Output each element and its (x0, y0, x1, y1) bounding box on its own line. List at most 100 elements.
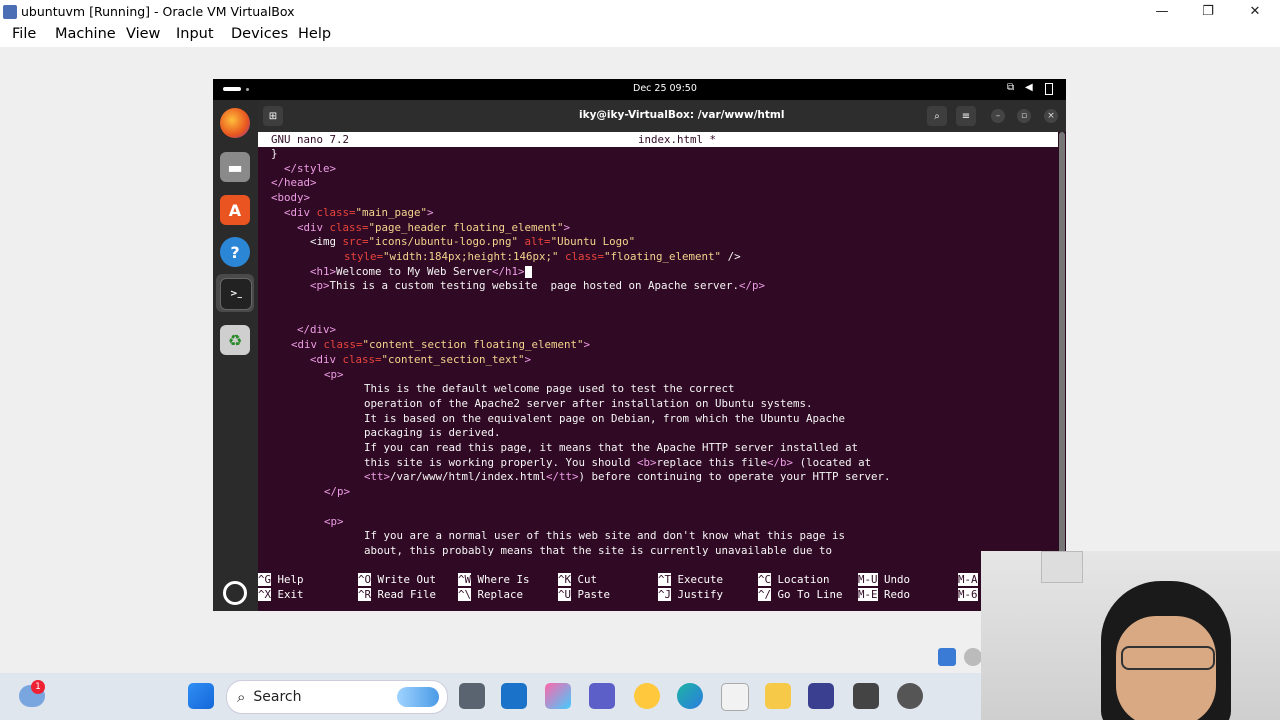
recorder-icon[interactable] (897, 683, 923, 709)
terminal-minimize-icon[interactable]: – (991, 109, 1005, 123)
shortcut-replace[interactable]: ^\ Replace (458, 587, 523, 602)
guest-screen[interactable]: Dec 25 09:50 ⧉ ◀ ▬ A ? >_ ♻ ⊞ iky@iky-Vi… (213, 79, 1066, 611)
code-line: It is based on the equivalent page on De… (364, 411, 846, 425)
code-line: </p> (324, 485, 351, 499)
code-line: <p>This is a custom testing website page… (310, 279, 766, 293)
menu-bar: File Machine View Input Devices Help (0, 23, 1280, 47)
menu-file[interactable]: File (12, 26, 36, 42)
shortcut-where-is[interactable]: ^W Where Is (458, 572, 530, 587)
task-view-icon[interactable] (459, 683, 485, 709)
shortcut-paste[interactable]: ^U Paste (558, 587, 610, 602)
files-icon[interactable]: ▬ (220, 152, 250, 182)
search-icon[interactable]: ⌕ (927, 106, 947, 126)
taskbar-search[interactable]: ⌕ Search (226, 680, 448, 714)
workspace-dot (246, 88, 249, 91)
restore-button[interactable]: ❐ (1185, 0, 1231, 23)
menu-input[interactable]: Input (176, 26, 214, 42)
new-tab-icon[interactable]: ⊞ (263, 106, 283, 126)
code-line: operation of the Apache2 server after in… (364, 396, 813, 410)
code-line: </div> (297, 323, 337, 337)
code-line: </style> (284, 161, 337, 175)
search-highlight-icon (397, 687, 439, 707)
terminal-maximize-icon[interactable]: ▫ (1017, 109, 1031, 123)
code-line: <p> (324, 367, 344, 381)
file-explorer-icon[interactable] (765, 683, 791, 709)
terminal-header: ⊞ iky@iky-VirtualBox: /var/www/html ⌕ ≡ … (258, 100, 1066, 132)
dock: ▬ A ? >_ ♻ (213, 100, 258, 611)
shortcut-undo[interactable]: M-U Undo (858, 572, 910, 587)
webcam-glasses (1121, 646, 1215, 670)
hamburger-menu-icon[interactable]: ≡ (956, 106, 976, 126)
status-icon[interactable] (964, 648, 982, 666)
editor-buffer[interactable]: } </style> </head> <body> <div class="ma… (258, 147, 1058, 560)
nano-shortcut-bar: ^G Help ^X Exit ^O Write Out ^R Read Fil… (258, 568, 1066, 611)
terminal-scrollbar[interactable] (1058, 132, 1066, 611)
edge-icon[interactable] (677, 683, 703, 709)
help-tips-icon[interactable] (634, 683, 660, 709)
menu-devices[interactable]: Devices (231, 26, 288, 42)
copilot-icon[interactable] (545, 683, 571, 709)
activities-indicator[interactable] (223, 87, 241, 91)
code-line: this site is working properly. You shoul… (364, 455, 872, 469)
close-button[interactable]: ✕ (1232, 0, 1278, 23)
code-line: <img src="icons/ubuntu-logo.png" alt="Ub… (310, 235, 636, 249)
search-label: Search (253, 689, 302, 705)
webcam-overlay (981, 551, 1280, 720)
code-line: <p> (324, 514, 344, 528)
code-line: <div class="main_page"> (284, 205, 434, 219)
code-line: <div class="content_section floating_ele… (291, 338, 591, 352)
menu-help[interactable]: Help (298, 26, 331, 42)
shortcut-exit[interactable]: ^X Exit (258, 587, 304, 602)
capture-icon[interactable] (938, 648, 956, 666)
nano-header: GNU nano 7.2 index.html * (258, 132, 1058, 147)
terminal-close-icon[interactable]: × (1044, 109, 1058, 123)
window-title: ubuntuvm [Running] - Oracle VM VirtualBo… (21, 4, 295, 19)
shortcut-help[interactable]: ^G Help (258, 572, 304, 587)
network-icon[interactable]: ⧉ (1007, 82, 1014, 93)
scrollbar-thumb[interactable] (1059, 132, 1065, 611)
search-icon: ⌕ (237, 688, 246, 706)
minimize-button[interactable]: — (1139, 0, 1185, 23)
nano-version: GNU nano 7.2 (271, 133, 350, 146)
battery-icon[interactable] (1045, 83, 1053, 95)
volume-icon[interactable]: ◀ (1025, 82, 1033, 93)
menu-machine[interactable]: Machine (55, 26, 116, 42)
shortcut-location[interactable]: ^C Location (758, 572, 830, 587)
code-line: <body> (271, 191, 311, 205)
store-icon[interactable] (721, 683, 749, 711)
window-titlebar: ubuntuvm [Running] - Oracle VM VirtualBo… (0, 0, 1280, 23)
shortcut-write-out[interactable]: ^O Write Out (358, 572, 436, 587)
shortcut-read-file[interactable]: ^R Read File (358, 587, 436, 602)
shortcut-go-to-line[interactable]: ^/ Go To Line (758, 587, 843, 602)
shortcut-justify[interactable]: ^J Justify (658, 587, 723, 602)
code-line: about, this probably means that the site… (364, 543, 833, 557)
trash-icon[interactable]: ♻ (220, 325, 250, 355)
shortcut-redo[interactable]: M-E Redo (858, 587, 910, 602)
firefox-icon[interactable] (220, 108, 250, 138)
code-line: If you can read this page, it means that… (364, 441, 859, 454)
shortcut-execute[interactable]: ^T Execute (658, 572, 723, 587)
virtualbox-taskbar-icon[interactable] (808, 683, 834, 709)
show-apps-icon[interactable] (223, 581, 247, 605)
terminal-window[interactable]: ⊞ iky@iky-VirtualBox: /var/www/html ⌕ ≡ … (258, 100, 1066, 611)
code-line: <tt>/var/www/html/index.html</tt>) befor… (364, 470, 891, 484)
code-line: packaging is derived. (364, 426, 501, 440)
text-cursor (524, 265, 532, 278)
help-icon[interactable]: ? (220, 237, 250, 267)
terminal-icon[interactable]: >_ (220, 278, 252, 310)
code-line: <div class="page_header floating_element… (297, 220, 571, 234)
code-line: If you are a normal user of this web sit… (364, 529, 846, 543)
clock[interactable]: Dec 25 09:50 (633, 83, 697, 94)
hp-icon[interactable] (501, 683, 527, 709)
code-line: </head> (271, 176, 317, 190)
software-icon[interactable]: A (220, 195, 250, 225)
notepad-icon[interactable] (853, 683, 879, 709)
start-icon[interactable] (188, 683, 214, 709)
menu-view[interactable]: View (126, 26, 160, 42)
code-line: <h1>Welcome to My Web Server</h1> (310, 265, 532, 280)
code-line: } (271, 147, 278, 160)
teams-icon[interactable] (589, 683, 615, 709)
gnome-top-bar: Dec 25 09:50 ⧉ ◀ (213, 79, 1066, 100)
shortcut-cut[interactable]: ^K Cut (558, 572, 597, 587)
code-line: <div class="content_section_text"> (310, 352, 532, 366)
